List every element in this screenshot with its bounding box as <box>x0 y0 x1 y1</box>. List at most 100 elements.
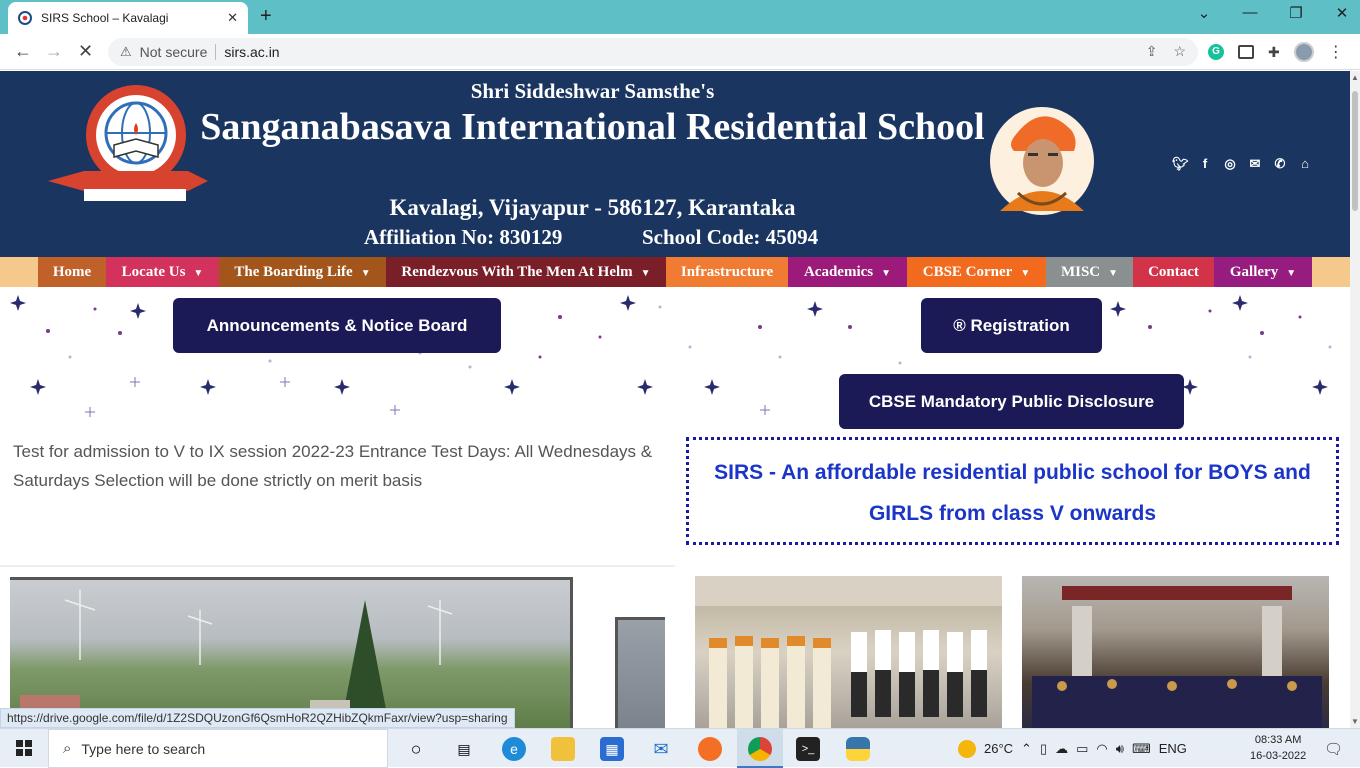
minimize-button[interactable]: — <box>1242 4 1258 22</box>
chrome-icon[interactable] <box>748 737 772 761</box>
nav-misc[interactable]: MISC ▼ <box>1046 257 1133 287</box>
weather-sun-icon[interactable] <box>958 739 976 758</box>
terminal-icon[interactable]: >_ <box>796 737 820 761</box>
nav-gallery[interactable]: Gallery ▼ <box>1214 257 1312 287</box>
back-arrow-icon[interactable]: ← <box>14 41 32 62</box>
cortana-icon[interactable]: ○ <box>404 737 428 761</box>
building-photo <box>615 617 665 728</box>
mail-app-icon[interactable]: ✉ <box>649 737 673 761</box>
bookmark-star-icon[interactable]: ☆ <box>1173 43 1186 60</box>
tab-search-icon[interactable]: ⌄ <box>1196 4 1212 22</box>
founder-portrait <box>990 107 1094 215</box>
tray-app-icon[interactable]: ▯ <box>1040 741 1047 757</box>
clock-time: 08:33 AM <box>1254 734 1302 746</box>
browser-toolbar: ← → ✕ ⚠ Not secure sirs.ac.in ⇪ ☆ G ✚ ⋮ <box>0 34 1360 70</box>
grammarly-extension-icon[interactable]: G <box>1208 44 1224 60</box>
extensions-puzzle-icon[interactable]: ✚ <box>1268 44 1280 61</box>
web-page: Shri Siddeshwar Samsthe's Sanganabasava … <box>0 71 1350 728</box>
language-indicator[interactable]: ENG <box>1159 741 1187 756</box>
address-bar[interactable]: ⚠ Not secure sirs.ac.in ⇪ ☆ <box>108 38 1198 66</box>
scroll-up-arrow-icon[interactable]: ▲ <box>1351 73 1359 82</box>
close-tab-icon[interactable]: ✕ <box>227 10 238 26</box>
browser-menu-icon[interactable]: ⋮ <box>1328 42 1344 62</box>
clock-date: 16-03-2022 <box>1250 750 1307 762</box>
browser-tab-strip: SIRS School – Kavalagi ✕ + ⌄ — ❐ ✕ <box>0 0 1360 34</box>
nav-academics[interactable]: Academics ▼ <box>788 257 907 287</box>
chevron-down-icon: ▼ <box>1020 268 1031 279</box>
url-text[interactable]: sirs.ac.in <box>224 44 279 60</box>
extension-icons: G ✚ ⋮ <box>1208 42 1344 62</box>
store-icon[interactable]: ▦ <box>600 737 624 761</box>
announcements-button[interactable]: Announcements & Notice Board <box>173 298 501 353</box>
edge-browser-icon[interactable]: e <box>502 737 526 761</box>
chevron-down-icon: ▼ <box>1286 268 1297 279</box>
affiliation-number: Affiliation No: 830129 <box>364 225 563 249</box>
nav-cbse-corner[interactable]: CBSE Corner ▼ <box>907 257 1046 287</box>
site-header: Shri Siddeshwar Samsthe's Sanganabasava … <box>0 71 1350 257</box>
nav-infrastructure[interactable]: Infrastructure <box>666 257 788 287</box>
nav-boarding-life[interactable]: The Boarding Life ▼ <box>219 257 386 287</box>
restore-button[interactable]: ❐ <box>1288 4 1304 22</box>
site-favicon-icon <box>18 11 32 25</box>
search-placeholder: Type here to search <box>81 740 206 757</box>
volume-icon[interactable]: 🔊︎ <box>1116 741 1124 757</box>
windows-taskbar: ⌕ Type here to search ○ ▤ e ▦ ✉ >_ 26°C … <box>0 728 1360 768</box>
tab-media-icon[interactable] <box>1238 45 1254 59</box>
twitter-icon[interactable]: 🐦︎ <box>1172 156 1189 172</box>
close-window-button[interactable]: ✕ <box>1334 4 1350 22</box>
staff-photo <box>695 576 1002 728</box>
system-tray: 26°C ⌃ ▯ ☁ ▭ ◠ 🔊︎ ⌨ ENG <box>958 729 1187 768</box>
admission-notice: Test for admission to V to IX session 20… <box>13 442 653 490</box>
nav-locate-us[interactable]: Locate Us ▼ <box>106 257 219 287</box>
window-controls: ⌄ — ❐ ✕ <box>1196 4 1350 22</box>
taskbar-search[interactable]: ⌕ Type here to search <box>48 729 388 768</box>
stop-loading-icon[interactable]: ✕ <box>78 41 93 62</box>
profile-avatar[interactable] <box>1293 42 1314 62</box>
chevron-down-icon: ▼ <box>640 268 651 279</box>
onedrive-icon[interactable]: ☁ <box>1055 741 1068 757</box>
phone-icon[interactable]: ✆ <box>1272 156 1288 172</box>
registration-button[interactable]: ® Registration <box>921 298 1102 353</box>
bank-icon[interactable]: ⌂ <box>1297 156 1313 172</box>
chevron-down-icon: ▼ <box>360 268 371 279</box>
task-view-icon[interactable]: ▤ <box>452 737 476 761</box>
cbse-disclosure-button[interactable]: CBSE Mandatory Public Disclosure <box>839 374 1184 429</box>
nav-contact[interactable]: Contact <box>1133 257 1214 287</box>
social-icons: 🐦︎ f ◎ ✉ ✆ ⌂ <box>1172 156 1313 172</box>
page-scrollbar[interactable]: ▲ ▼ <box>1350 71 1360 728</box>
campus-photo <box>10 577 573 728</box>
not-secure-label: Not secure <box>139 44 208 60</box>
browser-tab[interactable]: SIRS School – Kavalagi ✕ <box>8 2 248 34</box>
chevron-down-icon: ▼ <box>1108 268 1119 279</box>
wifi-icon[interactable]: ◠ <box>1096 741 1107 757</box>
new-tab-button[interactable]: + <box>260 5 272 28</box>
tray-chevron-icon[interactable]: ⌃ <box>1021 741 1032 757</box>
section-divider <box>0 565 675 567</box>
tab-title: SIRS School – Kavalagi <box>41 11 169 25</box>
windows-start-icon[interactable] <box>16 740 32 756</box>
scroll-down-arrow-icon[interactable]: ▼ <box>1351 717 1359 726</box>
link-status-bar: https://drive.google.com/file/d/1Z2SDQUz… <box>0 708 515 728</box>
taskbar-clock[interactable]: 08:33 AM 16-03-2022 <box>1250 732 1306 764</box>
instagram-icon[interactable]: ◎ <box>1222 156 1238 172</box>
scroll-thumb[interactable] <box>1352 91 1358 211</box>
battery-icon[interactable]: ▭ <box>1076 741 1088 757</box>
search-icon: ⌕ <box>63 740 72 757</box>
forward-arrow-icon[interactable]: → <box>45 41 63 62</box>
share-icon[interactable]: ⇪ <box>1146 43 1158 60</box>
temperature[interactable]: 26°C <box>984 741 1013 756</box>
python-icon[interactable] <box>846 737 870 761</box>
chevron-down-icon: ▼ <box>193 268 204 279</box>
promo-banner: SIRS - An affordable residential public … <box>686 437 1339 545</box>
nav-rendezvous[interactable]: Rendezvous With The Men At Helm ▼ <box>386 257 666 287</box>
mail-icon[interactable]: ✉ <box>1247 156 1263 172</box>
chevron-down-icon: ▼ <box>881 268 892 279</box>
facebook-icon[interactable]: f <box>1197 156 1213 172</box>
file-explorer-icon[interactable] <box>551 737 575 761</box>
keyboard-icon[interactable]: ⌨ <box>1132 741 1151 757</box>
nav-home[interactable]: Home <box>38 257 106 287</box>
school-code: School Code: 45094 <box>642 225 819 249</box>
warning-icon[interactable]: ⚠ <box>120 44 132 60</box>
notification-icon[interactable]: 🗨︎ <box>1324 740 1343 758</box>
firefox-icon[interactable] <box>698 737 722 761</box>
